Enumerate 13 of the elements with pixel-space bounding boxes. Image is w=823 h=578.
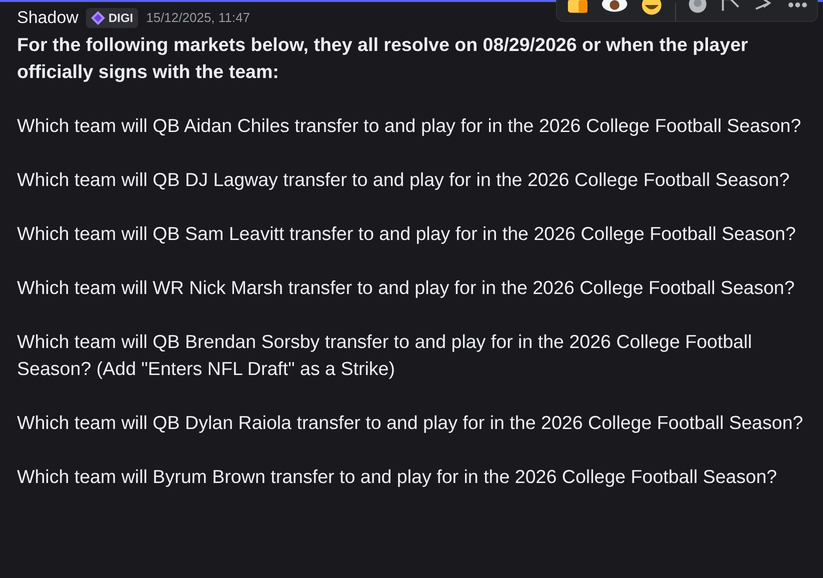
- message-paragraph: Which team will QB Dylan Raiola transfer to and play for in the 2026 College Football Season?: [17, 410, 804, 435]
- timestamp: 15/12/2025, 11:47: [146, 9, 250, 27]
- message-paragraph: Which team will QB Brendan Sorsby transfer to and play for in the 2026 College Football Season? (Add "Enters NFL Draft" as a Strike): [17, 330, 753, 381]
- author-name[interactable]: Shadow: [17, 5, 78, 30]
- message-paragraph: Which team will Byrum Brown transfer to and play for in the 2026 College Football Season?: [17, 464, 778, 489]
- diamond-icon: [91, 10, 106, 25]
- server-tag[interactable]: DIGI: [86, 8, 138, 28]
- eyes-icon[interactable]: [600, 0, 630, 13]
- message-paragraph: Which team will QB Aidan Chiles transfer to and play for in the 2026 College Football Season?: [17, 114, 802, 138]
- message-paragraph: Which team will WR Nick Marsh transfer to and play for in the 2026 College Football Season?: [17, 276, 796, 300]
- message-paragraph: Which team will QB DJ Lagway transfer to and play for in the 2026 College Football Season?: [17, 168, 791, 192]
- message-paragraph: Which team will QB Sam Leavitt transfer to and play for in the 2026 College Football Season?: [17, 222, 797, 246]
- message-heading: For the following markets below, they all resolve on 08/29/2026 or when the player officially signs with the team:: [17, 32, 749, 84]
